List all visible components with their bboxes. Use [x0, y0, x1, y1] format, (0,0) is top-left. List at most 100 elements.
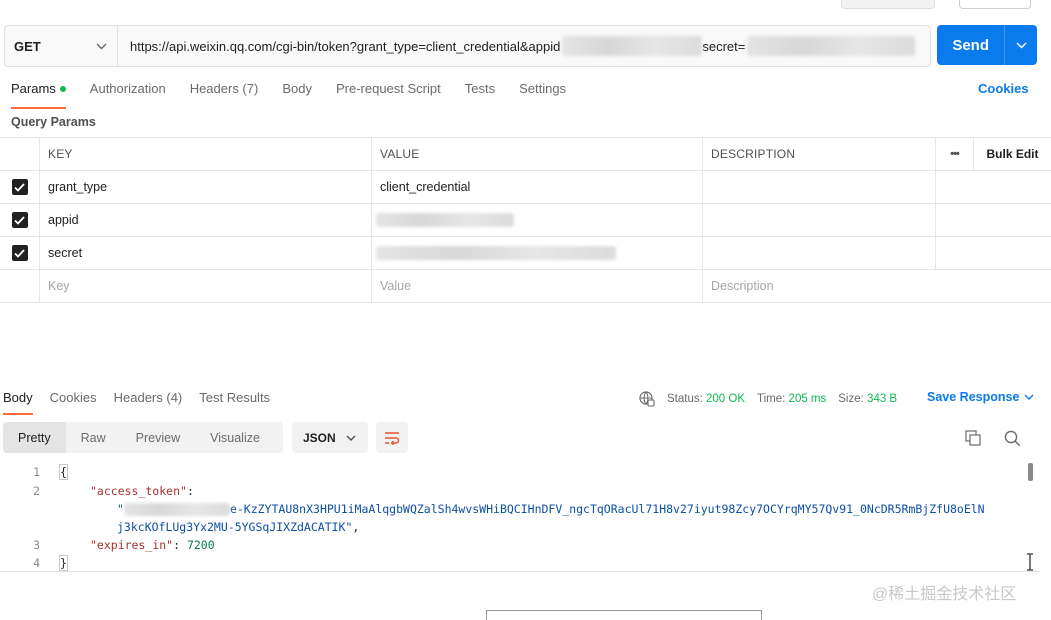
checkbox-checked-icon[interactable]	[11, 212, 28, 228]
row-check-cell	[0, 171, 40, 203]
chevron-down-icon	[1016, 41, 1027, 49]
tab-headers[interactable]: Headers (7)	[190, 81, 259, 109]
redacted-value	[376, 213, 514, 227]
tab-tests[interactable]: Tests	[465, 81, 495, 109]
tab-response-body[interactable]: Body	[3, 390, 33, 415]
send-button-group: Send	[937, 25, 1037, 65]
json-colon: :	[173, 538, 187, 552]
json-colon: :	[186, 484, 194, 498]
tab-label: Body	[282, 81, 312, 96]
search-icon[interactable]	[1004, 430, 1021, 447]
divider	[0, 571, 1040, 572]
tab-label: Headers (7)	[189, 81, 259, 96]
size-label: Size:	[838, 393, 864, 405]
time-label: Time:	[757, 393, 786, 405]
key-input[interactable]: Key	[40, 270, 372, 302]
param-key[interactable]: secret	[40, 237, 372, 269]
redacted-value	[376, 246, 616, 260]
header-description: DESCRIPTION	[703, 138, 936, 170]
params-active-dot	[59, 85, 66, 92]
row-check-cell	[0, 237, 40, 269]
wrap-lines-icon	[385, 431, 400, 445]
tab-response-cookies[interactable]: Cookies	[50, 390, 97, 415]
send-button[interactable]: Send	[937, 25, 1004, 65]
more-options-icon[interactable]: •••	[936, 138, 974, 170]
globe-icon[interactable]	[639, 391, 655, 407]
format-label: JSON	[303, 430, 336, 445]
param-description[interactable]	[703, 204, 936, 236]
status-value: 200 OK	[706, 393, 746, 405]
tab-authorization[interactable]: Authorization	[90, 81, 166, 109]
param-value[interactable]	[372, 237, 703, 269]
checkbox-checked-icon[interactable]	[11, 179, 28, 195]
json-comma: ,	[352, 520, 360, 534]
tab-test-results[interactable]: Test Results	[199, 390, 270, 415]
tab-params[interactable]: Params	[11, 81, 66, 109]
json-number: 7200	[186, 538, 215, 552]
param-value[interactable]	[372, 204, 703, 236]
request-tabs: Params Authorization Headers (7) Body Pr…	[11, 81, 590, 109]
param-key[interactable]: grant_type	[40, 171, 372, 203]
chevron-down-icon	[346, 435, 356, 441]
redacted-secret	[747, 36, 916, 56]
row-check-cell	[0, 204, 40, 236]
tab-label: Pre-request Script	[335, 81, 441, 96]
description-input[interactable]: Description	[703, 270, 1051, 302]
view-raw[interactable]: Raw	[66, 422, 121, 453]
param-description[interactable]	[703, 237, 936, 269]
chevron-down-icon	[96, 43, 107, 49]
value-input[interactable]: Value	[372, 270, 703, 302]
save-response-button[interactable]: Save Response	[927, 390, 1034, 404]
table-row-empty: Key Value Description	[0, 270, 1051, 303]
view-visualize[interactable]: Visualize	[195, 422, 275, 453]
table-row: grant_type client_credential	[0, 171, 1051, 204]
view-preview[interactable]: Preview	[121, 422, 195, 453]
text-cursor-icon	[1027, 553, 1033, 571]
query-params-title: Query Params	[11, 115, 96, 129]
json-string: e-KzZYTAU8nX3HPU1iMaAlqgbWQZalSh4wvsWHiB…	[229, 502, 985, 516]
redacted-token	[123, 503, 230, 516]
code-line-3: "expires_in": 7200	[90, 538, 215, 552]
header-key: KEY	[40, 138, 372, 170]
code-scrollbar[interactable]	[1028, 463, 1033, 481]
format-select[interactable]: JSON	[292, 422, 368, 453]
wrap-lines-button[interactable]	[376, 422, 408, 453]
json-key: "expires_in"	[90, 538, 174, 552]
url-text: https://api.weixin.qq.com/cgi-bin/token?…	[130, 38, 561, 54]
save-response-label: Save Response	[927, 390, 1020, 404]
url-input[interactable]: https://api.weixin.qq.com/cgi-bin/token?…	[118, 26, 930, 66]
param-value[interactable]: client_credential	[372, 171, 703, 203]
code-line-1: {	[59, 464, 68, 480]
param-description[interactable]	[703, 171, 936, 203]
view-pretty[interactable]: Pretty	[3, 422, 66, 453]
table-row: secret	[0, 237, 1051, 270]
redacted-appid	[562, 36, 703, 56]
send-options-button[interactable]	[1004, 25, 1037, 65]
row-spacer	[936, 237, 974, 269]
code-brace: }	[59, 555, 68, 571]
method-select[interactable]: GET	[5, 26, 118, 66]
cookies-link[interactable]: Cookies	[978, 81, 1029, 96]
header-value: VALUE	[372, 138, 703, 170]
line-number: 2	[33, 484, 40, 498]
top-button-partial[interactable]	[841, 0, 935, 9]
tab-body[interactable]: Body	[282, 81, 312, 109]
copy-icon[interactable]	[965, 430, 981, 446]
param-key[interactable]: appid	[40, 204, 372, 236]
header-check-col	[0, 138, 40, 170]
bulk-edit-button[interactable]: Bulk Edit	[974, 138, 1051, 170]
code-line-4: }	[59, 555, 68, 571]
size-value: 343 B	[867, 393, 898, 405]
line-number: 1	[33, 465, 40, 479]
line-number: 3	[33, 538, 40, 552]
tab-response-headers[interactable]: Headers (4)	[114, 390, 183, 415]
view-mode-tabs: Pretty Raw Preview Visualize	[3, 422, 283, 453]
params-table-header: KEY VALUE DESCRIPTION ••• Bulk Edit	[0, 138, 1051, 171]
checkbox-checked-icon[interactable]	[11, 245, 28, 261]
tab-settings[interactable]: Settings	[519, 81, 566, 109]
table-row: appid	[0, 204, 1051, 237]
tab-pre-request-script[interactable]: Pre-request Script	[336, 81, 441, 109]
chevron-down-icon	[1024, 394, 1034, 400]
top-button-partial-2[interactable]	[959, 0, 1031, 9]
code-line-2-wrap: " e-KzZYTAU8nX3HPU1iMaAlqgbWQZalSh4wvsWHi…	[117, 502, 985, 516]
